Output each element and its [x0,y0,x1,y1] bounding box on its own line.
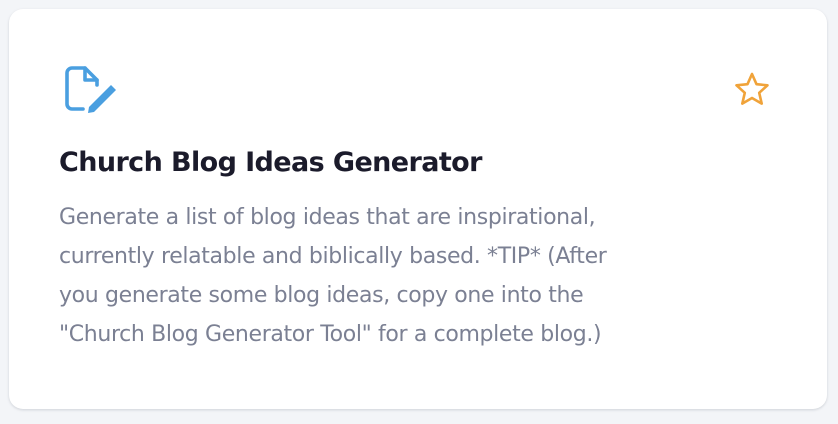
tool-card[interactable]: Church Blog Ideas Generator Generate a l… [9,9,827,409]
card-title: Church Blog Ideas Generator [59,147,482,178]
description-line: currently relatable and biblically based… [59,244,607,269]
description-line: you generate some blog ideas, copy one i… [59,283,584,308]
card-description: Generate a list of blog ideas that are i… [59,198,779,354]
description-line: "Church Blog Generator Tool" for a compl… [59,322,602,347]
document-edit-icon [65,66,116,113]
description-line: Generate a list of blog ideas that are i… [59,205,596,230]
favorite-star-icon[interactable] [733,71,771,107]
